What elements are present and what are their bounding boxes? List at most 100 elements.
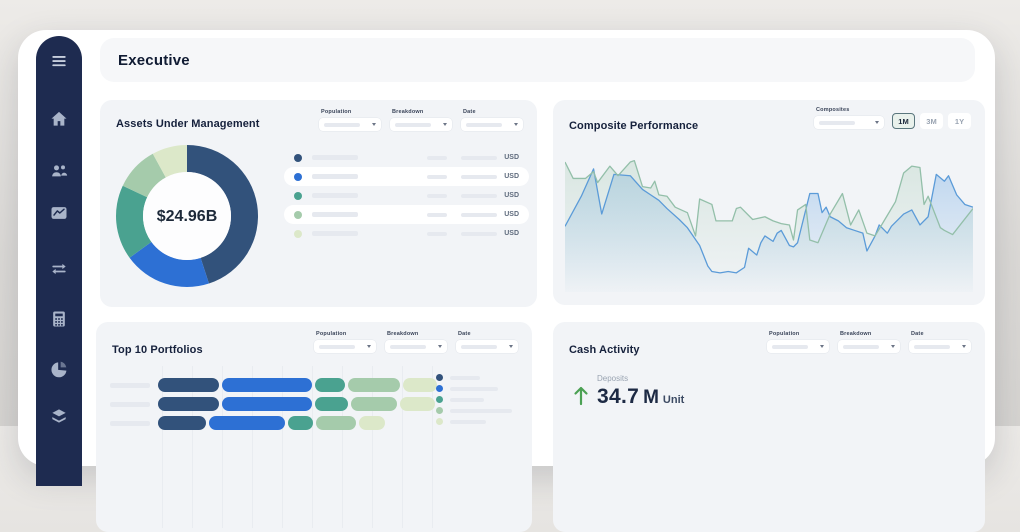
sidebar-item-clients[interactable] xyxy=(48,160,70,182)
legend-row[interactable]: USD xyxy=(284,224,529,243)
placeholder-value xyxy=(461,232,497,236)
currency-label: USD xyxy=(504,173,519,180)
filter-population: Population xyxy=(314,331,376,353)
filter-composites: Composites xyxy=(814,107,884,129)
placeholder-bar xyxy=(914,345,950,349)
filter-breakdown: Breakdown xyxy=(385,331,447,353)
chevron-down-icon xyxy=(820,345,824,348)
chevron-down-icon xyxy=(875,121,879,124)
sidebar-item-home[interactable] xyxy=(48,108,70,130)
segment-navy[interactable] xyxy=(158,397,219,411)
legend-row[interactable]: USD xyxy=(284,167,529,186)
placeholder-value xyxy=(461,194,497,198)
range-button-1m[interactable]: 1M xyxy=(892,113,915,129)
placeholder-value xyxy=(461,156,497,160)
card-title: Cash Activity xyxy=(569,344,640,356)
currency-label: USD xyxy=(504,192,519,199)
portfolio-bar-row xyxy=(110,416,432,430)
currency-label: USD xyxy=(504,154,519,161)
filter-breakdown: Breakdown xyxy=(390,109,452,131)
card-top-10-portfolios: Top 10 Portfolios PopulationBreakdownDat… xyxy=(96,322,532,532)
filter-label: Date xyxy=(458,331,518,337)
date-select[interactable] xyxy=(909,340,971,353)
segment-teal[interactable] xyxy=(288,416,313,430)
placeholder-value xyxy=(461,175,497,179)
placeholder-row-label xyxy=(110,421,150,426)
allocation-icon xyxy=(49,359,69,379)
card-title: Assets Under Management xyxy=(116,118,260,130)
legend-row[interactable] xyxy=(436,383,524,394)
range-button-1y[interactable]: 1Y xyxy=(948,113,971,129)
composite-controls: Composites 1M 3M 1Y xyxy=(814,107,971,129)
segment-teal[interactable] xyxy=(315,397,348,411)
sidebar-item-transactions[interactable] xyxy=(48,258,70,280)
breakdown-select[interactable] xyxy=(390,118,452,131)
metric-unit: Unit xyxy=(663,394,684,406)
breakdown-select[interactable] xyxy=(838,340,900,353)
placeholder-value xyxy=(427,232,447,236)
legend-row[interactable] xyxy=(436,394,524,405)
legend-row[interactable] xyxy=(436,372,524,383)
segment-sage[interactable] xyxy=(348,378,400,392)
legend-row[interactable]: USD xyxy=(284,205,529,224)
clients-icon xyxy=(49,161,69,181)
legend-dot xyxy=(436,396,443,403)
segment-sage[interactable] xyxy=(316,416,356,430)
legend-dot xyxy=(436,407,443,414)
segment-pale-green[interactable] xyxy=(359,416,385,430)
sidebar-item-allocation[interactable] xyxy=(48,358,70,380)
metric-value: 34.7 xyxy=(597,385,639,409)
placeholder-bar xyxy=(319,345,355,349)
filters: Population Breakdown Date xyxy=(314,331,518,353)
placeholder-bar xyxy=(819,121,855,125)
composites-select[interactable] xyxy=(814,116,884,129)
date-select[interactable] xyxy=(456,340,518,353)
sidebar-item-calculator[interactable] xyxy=(48,308,70,330)
placeholder-bar xyxy=(772,345,808,349)
population-select[interactable] xyxy=(314,340,376,353)
arrow-up-icon xyxy=(573,384,589,406)
segment-pale-green[interactable] xyxy=(400,397,435,411)
segment-navy[interactable] xyxy=(158,378,219,392)
legend-row[interactable]: USD xyxy=(284,186,529,205)
segment-teal[interactable] xyxy=(315,378,345,392)
sidebar-item-menu[interactable] xyxy=(48,50,70,72)
placeholder-bar xyxy=(843,345,879,349)
breakdown-select[interactable] xyxy=(385,340,447,353)
filter-label: Date xyxy=(463,109,523,115)
calculator-icon xyxy=(49,309,69,329)
card-title: Composite Performance xyxy=(569,120,698,132)
segment-sage[interactable] xyxy=(351,397,397,411)
range-button-3m[interactable]: 3M xyxy=(920,113,943,129)
legend-dot xyxy=(436,385,443,392)
placeholder-label xyxy=(450,398,484,402)
placeholder-row-label xyxy=(110,383,150,388)
segment-pale-green[interactable] xyxy=(403,378,437,392)
population-select[interactable] xyxy=(319,118,381,131)
placeholder-value xyxy=(461,213,497,217)
legend-dot xyxy=(294,173,302,181)
segment-navy[interactable] xyxy=(158,416,206,430)
legend-row[interactable] xyxy=(436,405,524,416)
legend-dot xyxy=(436,418,443,425)
currency-label: USD xyxy=(504,211,519,218)
sidebar-item-holdings[interactable] xyxy=(48,405,70,427)
legend-row[interactable] xyxy=(436,416,524,427)
placeholder-label xyxy=(450,387,498,391)
date-select[interactable] xyxy=(461,118,523,131)
sidebar xyxy=(36,36,82,486)
chevron-down-icon xyxy=(514,123,518,126)
card-composite-performance: Composite Performance Composites 1M 3M 1Y xyxy=(553,100,985,305)
placeholder-bar xyxy=(466,123,502,127)
population-select[interactable] xyxy=(767,340,829,353)
filter-date: Date xyxy=(456,331,518,353)
placeholder-row-label xyxy=(110,402,150,407)
placeholder-label xyxy=(312,193,358,198)
legend-row[interactable]: USD xyxy=(284,148,529,167)
segment-blue[interactable] xyxy=(222,397,312,411)
segment-blue[interactable] xyxy=(222,378,312,392)
filter-label: Breakdown xyxy=(840,331,900,337)
sidebar-item-performance[interactable] xyxy=(48,202,70,224)
legend-dot xyxy=(294,230,302,238)
segment-blue[interactable] xyxy=(209,416,285,430)
